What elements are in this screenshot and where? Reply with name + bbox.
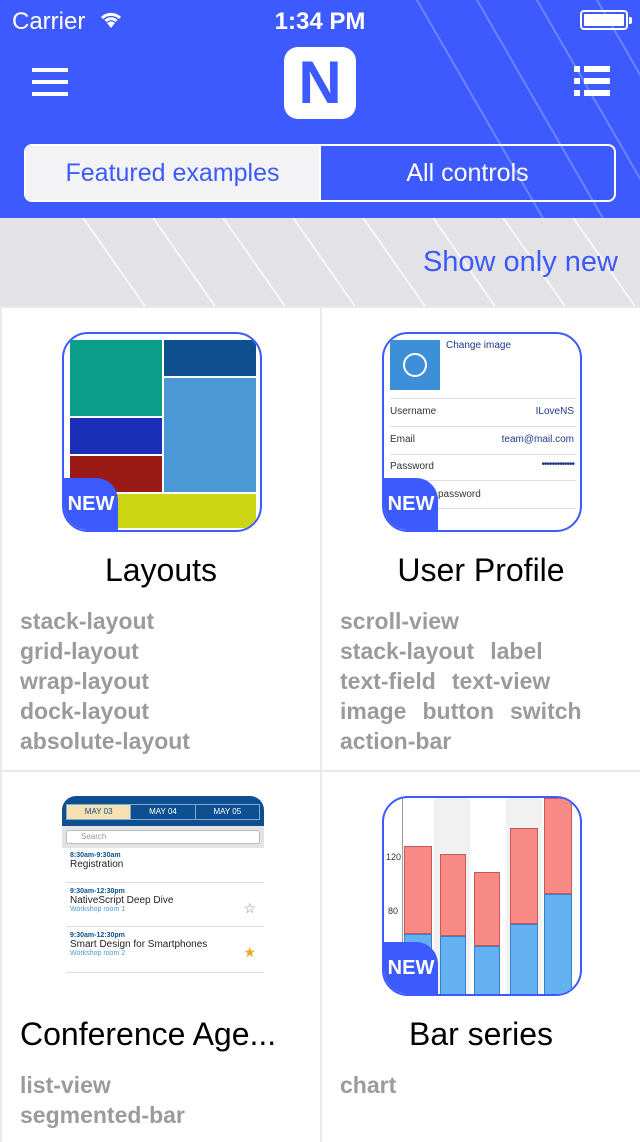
tag: grid-layout — [20, 638, 139, 664]
tag: switch — [510, 698, 582, 724]
password-value: ••••••••••••• — [541, 459, 575, 470]
tag: stack-layout — [340, 638, 475, 664]
layouts-thumbnail: NEW — [62, 332, 262, 532]
email-value: team@mail.com — [501, 434, 574, 445]
segmented-control: Featured examples All controls — [24, 144, 616, 202]
menu-icon[interactable] — [32, 68, 68, 96]
tag: text-view — [451, 668, 551, 694]
card-tags: list-view segmented-bar — [20, 1070, 310, 1130]
conference-thumbnail: MAY 03 MAY 04 MAY 05 Search 8:30am-9:30a… — [62, 796, 264, 998]
tag: dock-layout — [20, 698, 150, 724]
status-bar: Carrier 1:34 PM — [0, 0, 640, 40]
new-badge: NEW — [384, 942, 438, 994]
username-label: Username — [390, 406, 437, 417]
list-view-icon[interactable] — [574, 66, 610, 96]
tag: action-bar — [340, 728, 452, 754]
tag: label — [490, 638, 543, 664]
tab-featured-examples[interactable]: Featured examples — [26, 146, 319, 200]
example-card-layouts[interactable]: NEW Layouts stack-layout grid-layout wra… — [2, 308, 320, 770]
session-name: Registration — [70, 859, 124, 870]
session-room: Workshop room 2 — [70, 950, 126, 957]
session-time: 9:30am-12:30pm — [70, 888, 125, 895]
card-title: Conference Age... — [20, 1016, 277, 1052]
status-time: 1:34 PM — [274, 8, 366, 35]
session-time: 9:30am-12:30pm — [70, 932, 125, 939]
search-field: Search — [66, 830, 260, 844]
session-time: 8:30am-9:30am — [70, 852, 121, 859]
example-card-bar-series[interactable]: 120 80 NEW Bar series chart — [322, 772, 640, 1142]
password-hint: password — [438, 489, 481, 500]
example-card-conference-agenda[interactable]: MAY 03 MAY 04 MAY 05 Search 8:30am-9:30a… — [2, 772, 320, 1142]
new-badge: NEW — [64, 478, 118, 530]
session-room: Workshop room 1 — [70, 906, 126, 913]
tab-all-controls[interactable]: All controls — [319, 146, 614, 200]
filter-bar: Show only new — [0, 218, 640, 306]
y-tick: 120 — [386, 852, 402, 862]
card-tags: stack-layout grid-layout wrap-layout doc… — [20, 606, 310, 756]
search-placeholder: Search — [81, 832, 107, 841]
password-label: Password — [390, 461, 434, 472]
session-name: Smart Design for Smartphones — [70, 939, 208, 950]
card-title: Layouts — [104, 552, 218, 588]
avatar — [390, 340, 440, 390]
card-tags: scroll-view stack-layout label text-field… — [340, 606, 630, 756]
tag: text-field — [340, 668, 436, 694]
day-tab: MAY 05 — [194, 805, 259, 819]
example-card-user-profile[interactable]: Change image Username ILoveNS Email team… — [322, 308, 640, 770]
y-tick: 80 — [388, 906, 399, 916]
user-profile-thumbnail: Change image Username ILoveNS Email team… — [382, 332, 582, 532]
change-image-link: Change image — [446, 340, 512, 351]
tag: segmented-bar — [20, 1102, 185, 1128]
tag: image — [340, 698, 407, 724]
username-value: ILoveNS — [535, 406, 574, 417]
card-title: Bar series — [408, 1016, 554, 1052]
email-label: Email — [390, 434, 416, 445]
star-filled-icon: ★ — [243, 944, 256, 960]
tag: chart — [340, 1072, 397, 1098]
logo-letter: N — [298, 49, 342, 116]
tag: list-view — [20, 1072, 111, 1098]
tag: stack-layout — [20, 608, 155, 634]
star-outline-icon: ☆ — [243, 900, 256, 916]
tag: scroll-view — [340, 608, 459, 634]
battery-icon — [580, 10, 632, 30]
card-tags: chart — [340, 1070, 630, 1100]
day-tab: MAY 03 — [67, 805, 131, 819]
session-name: NativeScript Deep Dive — [70, 895, 174, 906]
app-logo: N — [284, 47, 356, 119]
new-badge: NEW — [384, 478, 438, 530]
tag: button — [422, 698, 494, 724]
tag: absolute-layout — [20, 728, 190, 754]
day-tab: MAY 04 — [130, 805, 194, 819]
bar-series-thumbnail: 120 80 NEW — [382, 796, 582, 996]
examples-grid: NEW Layouts stack-layout grid-layout wra… — [0, 306, 640, 1142]
show-only-new-link[interactable]: Show only new — [423, 246, 618, 279]
tag: wrap-layout — [20, 668, 150, 694]
card-title: User Profile — [397, 552, 565, 588]
